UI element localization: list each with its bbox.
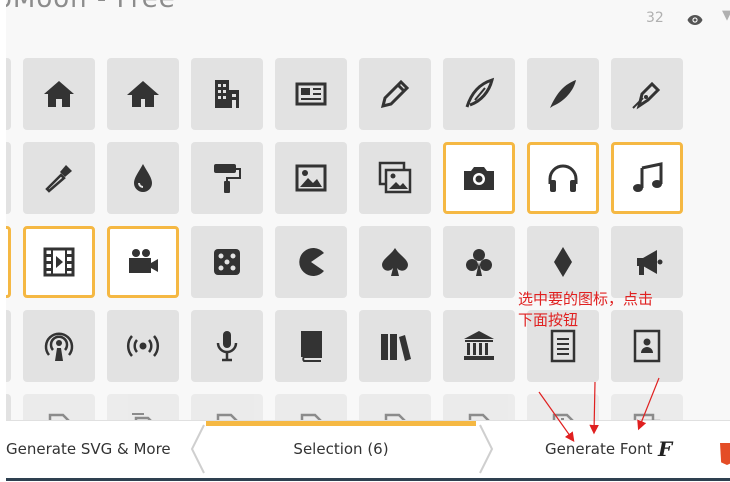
icon-tile[interactable] [191, 58, 263, 130]
podcast-icon [44, 332, 74, 361]
profile-icon [633, 329, 661, 363]
eyedropper-icon [45, 165, 72, 193]
library-icon [464, 331, 494, 360]
mic-icon [216, 331, 238, 362]
generate-svg-button[interactable]: Generate SVG & More [6, 421, 171, 477]
icon-tile[interactable] [527, 58, 599, 130]
icon-tile[interactable] [191, 226, 263, 298]
html5-icon [720, 443, 730, 465]
icon-tile[interactable] [107, 226, 179, 298]
icon-tile[interactable] [107, 58, 179, 130]
bar-divider [6, 478, 730, 481]
book-icon [301, 331, 322, 362]
home-icon [44, 81, 74, 107]
icon-tile-partial[interactable] [6, 58, 11, 130]
books-icon [381, 334, 411, 361]
eye-icon[interactable] [687, 11, 703, 30]
icon-tile-partial[interactable] [6, 226, 11, 298]
icon-tile[interactable] [23, 310, 95, 382]
spades-icon [382, 248, 408, 276]
icon-tile[interactable] [359, 58, 431, 130]
icon-tile[interactable] [23, 142, 95, 214]
generate-font-button[interactable]: Generate Font [545, 421, 652, 477]
icon-tile[interactable] [443, 310, 515, 382]
icon-tile[interactable] [611, 142, 683, 214]
home2-icon [127, 81, 159, 107]
icon-tile[interactable] [359, 310, 431, 382]
icon-tile[interactable] [443, 58, 515, 130]
bullhorn-icon [637, 250, 663, 275]
office-icon [215, 80, 239, 108]
newspaper-icon [295, 82, 327, 106]
icon-tile[interactable] [275, 310, 347, 382]
icon-tile[interactable] [275, 142, 347, 214]
connection-icon [127, 335, 159, 357]
icon-tile[interactable] [443, 142, 515, 214]
icon-tile[interactable] [191, 142, 263, 214]
pencil-icon [380, 79, 410, 109]
annotation-line-1: 选中要的图标，点击 [518, 290, 654, 308]
annotation-note: 选中要的图标，点击 下面按钮 [518, 289, 698, 331]
icon-tile[interactable] [359, 226, 431, 298]
icon-tile[interactable] [527, 142, 599, 214]
music-icon [633, 162, 663, 192]
quill-icon [465, 77, 495, 108]
icon-tile[interactable] [107, 310, 179, 382]
image-icon [295, 164, 327, 192]
diamonds-icon [554, 247, 572, 277]
clubs-icon [466, 249, 492, 276]
font-icon: F [658, 437, 673, 461]
icon-tile[interactable] [107, 142, 179, 214]
chevron-left-icon[interactable] [190, 421, 206, 477]
icon-tile[interactable] [275, 58, 347, 130]
icon-tile[interactable] [527, 226, 599, 298]
icon-tile[interactable] [191, 310, 263, 382]
video-camera-icon [129, 249, 158, 273]
icon-count: 32 [646, 10, 664, 26]
icon-tile[interactable] [611, 226, 683, 298]
pen-icon [632, 81, 661, 110]
icon-tile[interactable] [275, 226, 347, 298]
film-icon [43, 247, 75, 277]
feather-icon [550, 80, 576, 108]
chevron-right-icon[interactable] [478, 421, 494, 477]
file-text-icon [550, 329, 576, 363]
annotation-line-2: 下面按钮 [518, 311, 579, 329]
headphones-icon [548, 164, 578, 192]
icon-tile[interactable] [23, 58, 95, 130]
bottom-toolbar: Generate SVG & More Selection (6) Genera… [6, 420, 730, 482]
camera-icon [464, 167, 494, 190]
images-icon [378, 161, 412, 194]
icon-tile[interactable] [359, 142, 431, 214]
project-title: oMoon - Free [6, 0, 176, 14]
icon-tile[interactable] [23, 226, 95, 298]
selection-button[interactable]: Selection (6) [206, 421, 476, 477]
icon-tile[interactable] [611, 58, 683, 130]
pacman-icon [299, 248, 324, 276]
droplet-icon [134, 164, 152, 192]
icon-tile-partial[interactable] [6, 310, 11, 382]
paint-roller-icon [214, 164, 241, 193]
dice-icon [214, 249, 240, 275]
icon-tile-partial[interactable] [6, 142, 11, 214]
icomoon-app: oMoon - Free 32 ▼ 选中要的图标，点击 下面按钮 Generat… [6, 0, 730, 482]
more-icon[interactable]: ▼ [722, 8, 730, 23]
icon-tile[interactable] [443, 226, 515, 298]
